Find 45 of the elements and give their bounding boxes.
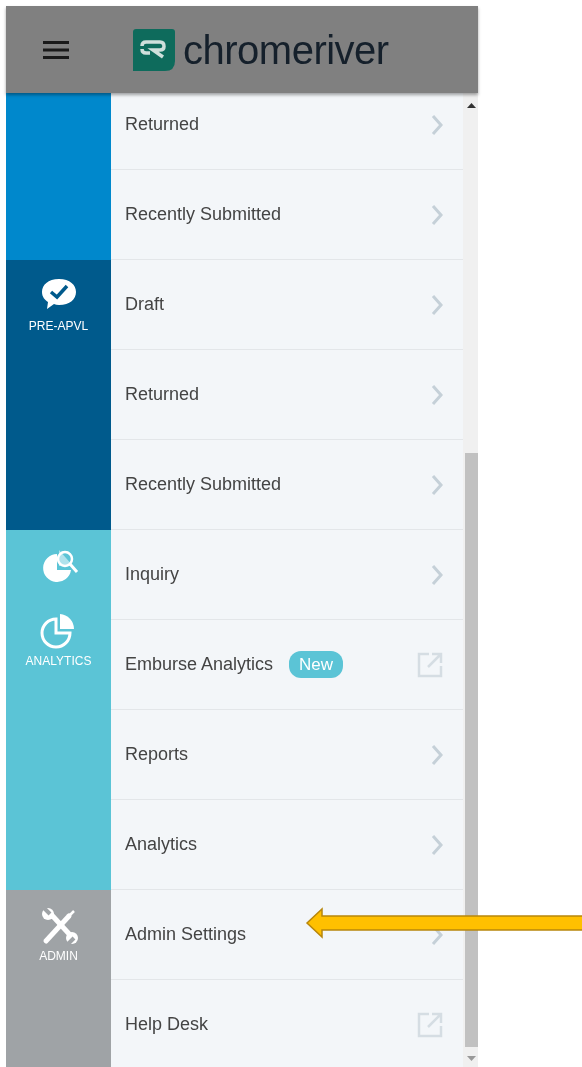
chevron-right-icon	[431, 473, 443, 496]
menu-item[interactable]: Recently Submitted	[111, 440, 463, 530]
menu-item-label: Returned	[125, 383, 200, 406]
section-label: ADMIN	[39, 950, 78, 962]
chevron-right-icon	[431, 293, 443, 316]
logo-icon	[133, 28, 175, 71]
logo-text: chromeriver	[183, 29, 389, 70]
section-label: PRE-APVL	[28, 320, 89, 332]
scroll-down-icon[interactable]	[467, 1056, 476, 1061]
menu-item[interactable]: Analytics	[111, 800, 463, 890]
menu-item[interactable]: Help Desk	[111, 980, 463, 1067]
section-tile[interactable]	[6, 93, 111, 260]
chevron-right-icon	[431, 743, 443, 766]
menu-item-label: Inquiry	[125, 563, 180, 586]
section-label: ANALYTICS	[25, 655, 92, 667]
external-link-icon	[417, 1011, 443, 1038]
menu-item[interactable]: Draft	[111, 260, 463, 350]
chevron-right-icon	[431, 203, 443, 226]
menu-item-label: Reports	[125, 743, 189, 766]
menu-item-label: Emburse Analytics	[125, 653, 274, 676]
chevron-right-icon	[431, 113, 443, 136]
menu-item-label: Analytics	[125, 833, 198, 856]
menu-item-label: Draft	[125, 293, 164, 316]
menu-item[interactable]: Returned	[111, 350, 463, 440]
menu-item[interactable]: Admin Settings	[111, 890, 463, 980]
scrollbar-thumb[interactable]	[465, 453, 478, 1047]
external-link-icon	[417, 651, 443, 678]
chevron-right-icon	[431, 563, 443, 586]
menu-item-label: Recently Submitted	[125, 203, 282, 226]
menu-item[interactable]: Inquiry	[111, 530, 463, 620]
chevron-right-icon	[431, 383, 443, 406]
new-badge: New	[289, 650, 344, 679]
menu-item[interactable]: Returned	[111, 93, 463, 170]
section-tile[interactable]: PRE-APVL	[6, 260, 111, 530]
menu-item[interactable]: Reports	[111, 710, 463, 800]
menu-icon[interactable]	[43, 40, 69, 59]
menu-item[interactable]: Recently Submitted	[111, 170, 463, 260]
menu-item[interactable]: Emburse Analytics New	[111, 620, 463, 710]
menu-item-label: Help Desk	[125, 1013, 209, 1036]
menu-item-label: Admin Settings	[125, 923, 247, 946]
chevron-right-icon	[431, 833, 443, 856]
menu-item-label: Recently Submitted	[125, 473, 282, 496]
menu-item-label: Returned	[125, 113, 200, 136]
scroll-up-icon[interactable]	[467, 103, 476, 108]
scrollbar[interactable]	[463, 93, 478, 1067]
